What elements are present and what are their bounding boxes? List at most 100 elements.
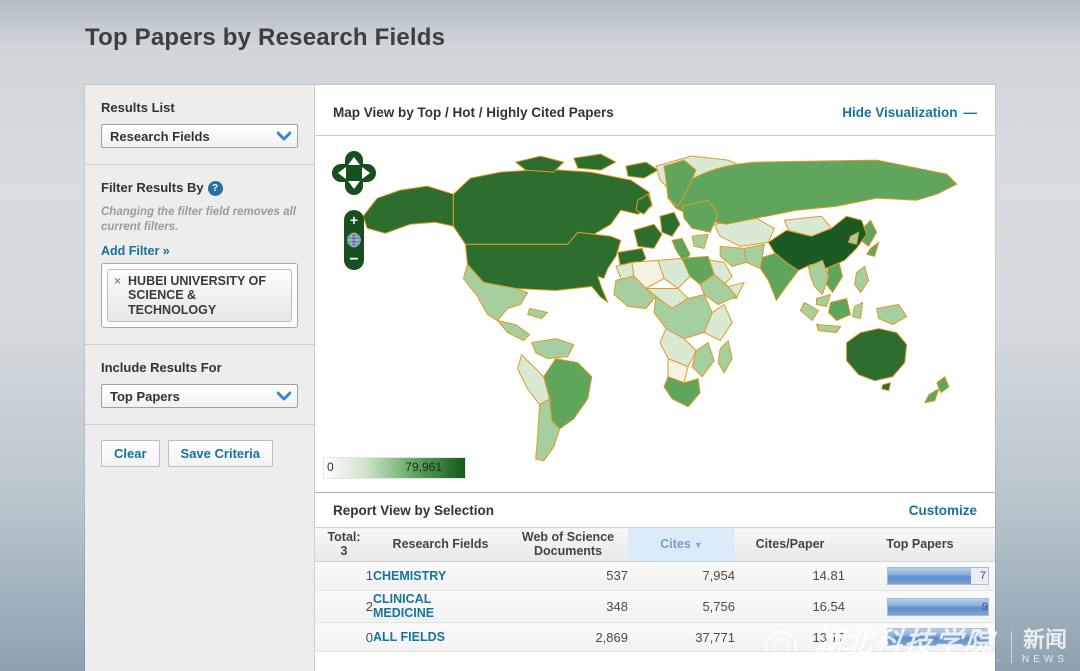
country[interactable] bbox=[531, 338, 575, 360]
map-area: + − 0 79,961 bbox=[315, 136, 995, 492]
country[interactable] bbox=[815, 324, 842, 334]
country[interactable] bbox=[515, 155, 565, 173]
country[interactable] bbox=[497, 320, 531, 342]
results-list-label: Results List bbox=[101, 100, 175, 115]
include-results-section: Include Results For Top Papers bbox=[85, 344, 314, 424]
docs-value: 348 bbox=[508, 589, 628, 624]
top-papers-bar: 9 bbox=[887, 597, 989, 616]
report-title: Report View by Selection bbox=[333, 503, 495, 518]
sort-desc-icon: ▼ bbox=[693, 540, 703, 551]
docs-value: 537 bbox=[508, 560, 628, 591]
filters-sidebar: Results List Research Fields Filter Resu… bbox=[85, 85, 315, 671]
help-icon[interactable]: ? bbox=[207, 181, 223, 196]
country[interactable] bbox=[717, 340, 733, 374]
map-controls: + − bbox=[331, 150, 377, 276]
page-title: Top Papers by Research Fields bbox=[85, 24, 446, 51]
report-header: Report View by Selection Customize bbox=[315, 492, 995, 527]
row-rank: 2 bbox=[315, 589, 373, 624]
country[interactable] bbox=[924, 388, 940, 404]
customize-link[interactable]: Customize bbox=[909, 503, 977, 518]
visualization-panel: Map View by Top / Hot / Highly Cited Pap… bbox=[315, 85, 995, 671]
filter-chip-label: HUBEI UNIVERSITY OF SCIENCE & TECHNOLOGY bbox=[128, 273, 266, 317]
collapse-icon: — bbox=[963, 105, 978, 120]
cites-label: Cites bbox=[660, 537, 691, 552]
country[interactable] bbox=[452, 168, 653, 245]
filter-results-label: Filter Results By? bbox=[101, 180, 298, 196]
field-link[interactable]: CLINICAL MEDICINE bbox=[373, 592, 468, 621]
total-count: 3 bbox=[340, 544, 348, 559]
country[interactable] bbox=[881, 382, 892, 392]
country[interactable] bbox=[743, 243, 765, 269]
map-title: Map View by Top / Hot / Highly Cited Pap… bbox=[333, 105, 614, 120]
table-row: 2 CLINICAL MEDICINE 348 5,756 16.54 9 bbox=[315, 589, 995, 624]
zoom-in-button[interactable]: + bbox=[350, 212, 358, 228]
chevron-down-icon bbox=[277, 131, 291, 141]
map-zoom-control[interactable]: + − bbox=[343, 209, 365, 271]
top-papers-value: 9 bbox=[981, 600, 988, 613]
clear-button[interactable]: Clear bbox=[101, 440, 160, 467]
cites-value: 37,771 bbox=[628, 622, 735, 653]
save-criteria-button[interactable]: Save Criteria bbox=[167, 440, 274, 467]
watermark-news-cn: 新闻 bbox=[1022, 627, 1067, 652]
legend-min-value: 0 bbox=[327, 460, 334, 474]
country[interactable] bbox=[691, 342, 715, 378]
table-row: 0 ALL FIELDS 2,869 37,771 13.17 bbox=[315, 622, 995, 653]
country[interactable] bbox=[854, 265, 870, 293]
country[interactable] bbox=[846, 328, 908, 382]
filter-results-section: Filter Results By? Changing the filter f… bbox=[85, 164, 314, 344]
include-results-value: Top Papers bbox=[110, 388, 180, 404]
legend-gradient-bar bbox=[323, 457, 466, 479]
country[interactable] bbox=[799, 301, 819, 322]
bar-fill bbox=[888, 598, 988, 615]
country[interactable] bbox=[625, 161, 659, 179]
country[interactable] bbox=[633, 223, 663, 249]
col-cites-per-paper[interactable]: Cites/Paper bbox=[735, 527, 845, 562]
watermark-divider bbox=[1011, 631, 1012, 663]
add-filter-link[interactable]: Add Filter » bbox=[101, 244, 170, 258]
map-pan-control[interactable] bbox=[331, 150, 377, 196]
country[interactable] bbox=[876, 303, 908, 326]
top-papers-bar bbox=[887, 628, 989, 647]
col-total: Total: 3 bbox=[315, 527, 373, 562]
report-table: Total: 3 Research Fields Web of Science D… bbox=[315, 527, 995, 653]
top-papers-value: 7 bbox=[979, 569, 986, 582]
docs-value: 2,869 bbox=[508, 622, 628, 653]
row-rank: 1 bbox=[315, 560, 373, 591]
country[interactable] bbox=[827, 297, 852, 322]
country[interactable] bbox=[659, 211, 681, 237]
cites-per-paper-value: 14.81 bbox=[735, 560, 845, 591]
hide-visualization-link[interactable]: Hide Visualization — bbox=[842, 105, 977, 120]
field-link[interactable]: ALL FIELDS bbox=[373, 631, 445, 645]
include-results-select[interactable]: Top Papers bbox=[101, 384, 298, 408]
remove-filter-icon[interactable]: × bbox=[114, 274, 121, 288]
col-wos-documents[interactable]: Web of Science Documents bbox=[508, 527, 628, 562]
results-list-section: Results List Research Fields bbox=[85, 85, 314, 164]
country[interactable] bbox=[852, 301, 864, 320]
sidebar-actions: Clear Save Criteria bbox=[85, 424, 314, 482]
results-list-select[interactable]: Research Fields bbox=[101, 124, 298, 148]
cites-value: 5,756 bbox=[628, 589, 735, 624]
country[interactable] bbox=[527, 308, 549, 320]
country[interactable] bbox=[573, 153, 617, 171]
cites-value: 7,954 bbox=[628, 560, 735, 591]
include-results-label: Include Results For bbox=[101, 360, 222, 375]
country[interactable] bbox=[691, 233, 709, 249]
map-header: Map View by Top / Hot / Highly Cited Pap… bbox=[315, 85, 995, 136]
country[interactable] bbox=[815, 293, 832, 308]
filter-results-label-text: Filter Results By bbox=[101, 180, 204, 195]
field-link[interactable]: CHEMISTRY bbox=[373, 569, 446, 584]
map-legend: 0 79,961 bbox=[323, 457, 466, 479]
zoom-out-button[interactable]: − bbox=[349, 251, 358, 268]
world-map[interactable] bbox=[315, 136, 995, 493]
results-list-value: Research Fields bbox=[110, 128, 210, 144]
col-top-papers[interactable]: Top Papers bbox=[845, 527, 995, 562]
filter-chip[interactable]: × HUBEI UNIVERSITY OF SCIENCE & TECHNOLO… bbox=[107, 268, 292, 322]
country[interactable] bbox=[653, 293, 713, 340]
cites-per-paper-value: 13.17 bbox=[735, 622, 845, 653]
total-label: Total: bbox=[327, 530, 361, 544]
col-research-fields[interactable]: Research Fields bbox=[373, 527, 508, 562]
cites-per-paper-value: 16.54 bbox=[735, 589, 845, 624]
col-cites-sorted[interactable]: Cites ▼ bbox=[628, 527, 735, 562]
active-filters-box: × HUBEI UNIVERSITY OF SCIENCE & TECHNOLO… bbox=[101, 262, 298, 328]
bar-fill bbox=[888, 567, 971, 584]
